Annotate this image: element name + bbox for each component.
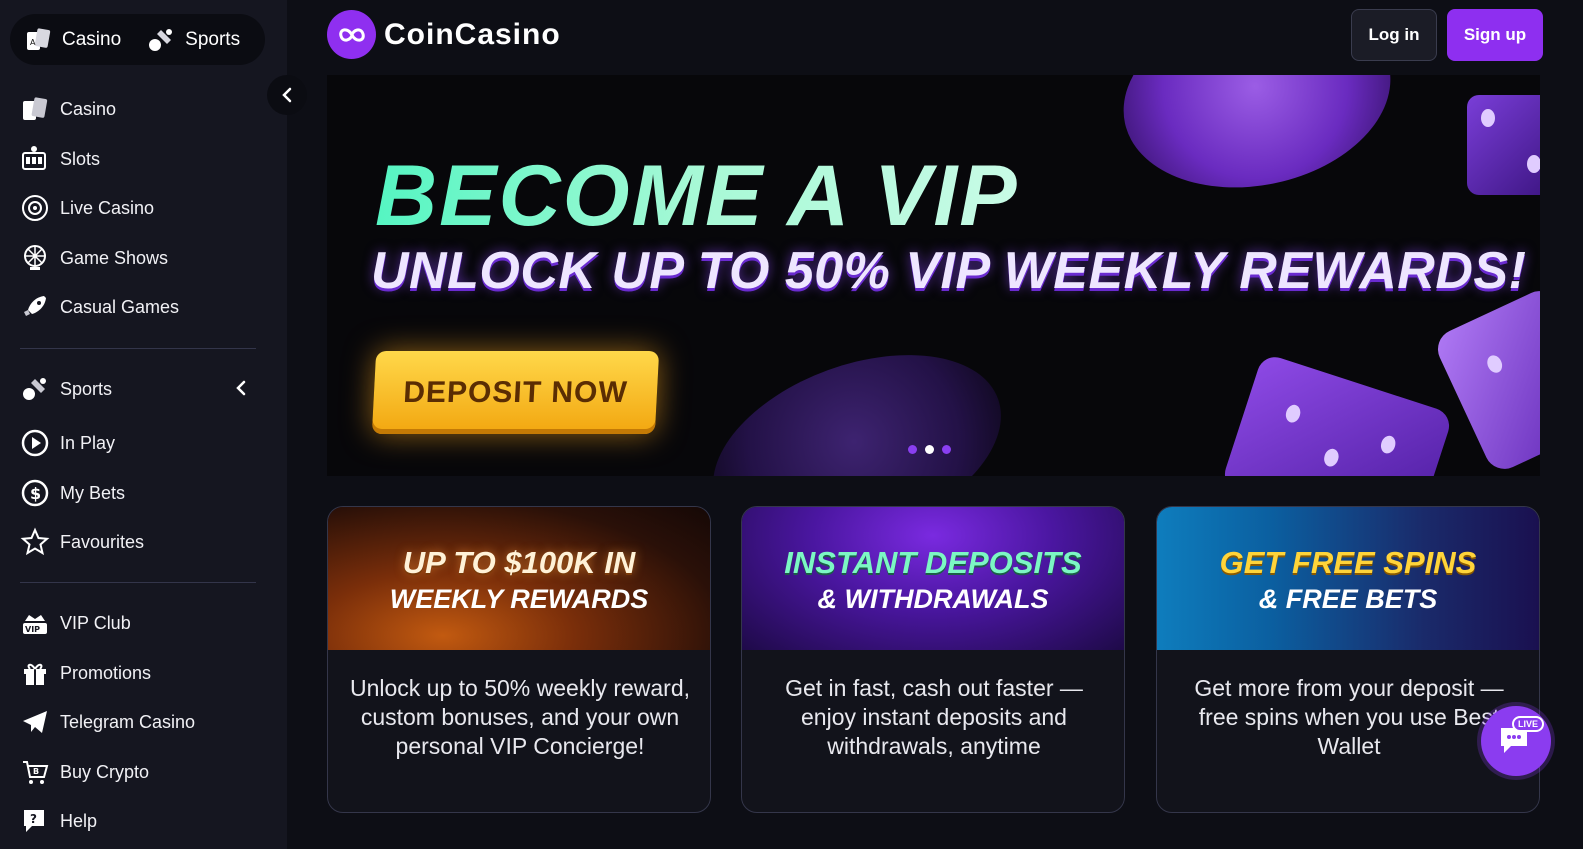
sidebar-item-live-casino[interactable]: Live Casino: [20, 193, 154, 223]
sidebar-item-label: Telegram Casino: [60, 711, 196, 732]
slot-machine-icon: [22, 146, 46, 170]
svg-text:$: $: [30, 484, 41, 503]
svg-text:?: ?: [30, 812, 37, 826]
sidebar: A Casino Sports Casino Slots Live Casino…: [0, 0, 287, 849]
sports-icon: [23, 378, 46, 400]
mode-casino-label: Casino: [62, 28, 122, 50]
svg-text:B: B: [33, 767, 39, 776]
dice-decoration: [1467, 95, 1540, 195]
promo-card-instant-deposits[interactable]: INSTANT DEPOSITS & WITHDRAWALS Get in fa…: [741, 506, 1125, 813]
sidebar-divider: [20, 582, 256, 583]
sidebar-item-sports[interactable]: Sports: [20, 374, 112, 404]
sidebar-item-label: Game Shows: [60, 247, 169, 268]
help-chat-icon: ?: [24, 810, 44, 832]
rocket-icon: [24, 296, 46, 316]
sidebar-item-label: Casino: [60, 98, 117, 119]
sidebar-item-game-shows[interactable]: Game Shows: [20, 243, 168, 273]
sidebar-item-label: Favourites: [60, 531, 145, 552]
sidebar-item-buy-crypto[interactable]: B Buy Crypto: [20, 757, 149, 787]
carousel-dot-active[interactable]: [925, 445, 934, 454]
chevron-left-icon[interactable]: [232, 379, 250, 397]
card-title: INSTANT DEPOSITS: [784, 545, 1082, 580]
sidebar-item-label: Live Casino: [60, 197, 155, 218]
card-title: GET FREE SPINS: [1219, 545, 1477, 580]
roulette-icon: [22, 195, 48, 221]
card-subtitle: WEEKLY REWARDS: [389, 584, 649, 614]
sidebar-item-label: Casual Games: [60, 296, 180, 317]
card-subtitle: & WITHDRAWALS: [817, 584, 1049, 614]
card-title: UP TO $100K IN: [402, 545, 636, 580]
sidebar-item-label: Help: [60, 810, 98, 831]
sidebar-item-favourites[interactable]: Favourites: [20, 527, 144, 557]
gift-icon: [24, 663, 46, 685]
svg-text:A: A: [30, 38, 36, 47]
hero-title: BECOME A VIP: [375, 148, 1019, 244]
card-description: Unlock up to 50% weekly reward, custom b…: [349, 675, 691, 759]
vip-crown-icon: VIP: [23, 615, 47, 634]
hero-banner[interactable]: BECOME A VIP UNLOCK UP TO 50% VIP WEEKLY…: [327, 75, 1540, 476]
dice-decoration: [1220, 352, 1454, 476]
sidebar-item-telegram-casino[interactable]: Telegram Casino: [20, 707, 195, 737]
mode-sports-button[interactable]: Sports: [147, 26, 240, 54]
cards-icon: A: [27, 27, 51, 50]
logo-icon: [327, 10, 376, 59]
sidebar-item-help[interactable]: ? Help: [20, 806, 97, 836]
chip-decoration: [686, 318, 1028, 476]
sidebar-item-label: Slots: [60, 148, 101, 169]
hero-subtitle: UNLOCK UP TO 50% VIP WEEKLY REWARDS!: [371, 242, 1527, 300]
sports-icon: [149, 28, 173, 51]
sidebar-item-label: VIP Club: [60, 612, 131, 633]
card-description: Get more from your deposit — free spins …: [1194, 675, 1504, 759]
sidebar-item-label: Sports: [60, 378, 113, 399]
mode-casino-button[interactable]: A Casino: [24, 26, 121, 54]
deposit-now-button[interactable]: DEPOSIT NOW: [371, 351, 660, 434]
brand-name: CoinCasino: [384, 17, 561, 51]
sidebar-item-casual-games[interactable]: Casual Games: [20, 292, 179, 322]
card-banner: GET FREE SPINS & FREE BETS: [1157, 507, 1539, 650]
sidebar-item-my-bets[interactable]: $ My Bets: [20, 478, 125, 508]
chevron-left-icon: [282, 87, 292, 103]
promo-card-weekly-rewards[interactable]: UP TO $100K IN WEEKLY REWARDS Unlock up …: [327, 506, 711, 813]
star-icon: [20, 527, 50, 556]
chip-decoration: [1106, 75, 1408, 212]
login-button[interactable]: Log in: [1351, 9, 1437, 61]
mode-switch: A Casino Sports: [10, 14, 265, 65]
svg-text:VIP: VIP: [25, 625, 40, 634]
carousel-dot[interactable]: [908, 445, 917, 454]
sidebar-item-label: In Play: [60, 432, 116, 453]
cards-icon: [23, 97, 48, 120]
mode-sports-label: Sports: [185, 28, 241, 50]
card-description: Get in fast, cash out faster — enjoy ins…: [785, 675, 1083, 759]
signup-button[interactable]: Sign up: [1447, 9, 1543, 61]
dice-decoration: [1431, 284, 1540, 476]
sidebar-collapse-button[interactable]: [267, 75, 307, 115]
card-banner: UP TO $100K IN WEEKLY REWARDS: [328, 507, 710, 650]
dollar-coin-icon: $: [21, 479, 49, 507]
sidebar-item-label: Buy Crypto: [60, 761, 150, 782]
play-circle-icon: [21, 429, 49, 457]
carousel-dots: [908, 445, 951, 454]
sidebar-item-label: Promotions: [60, 662, 152, 683]
promo-card-free-spins[interactable]: GET FREE SPINS & FREE BETS Get more from…: [1156, 506, 1540, 813]
sidebar-item-casino[interactable]: Casino: [20, 94, 116, 124]
carousel-dot[interactable]: [942, 445, 951, 454]
card-banner: INSTANT DEPOSITS & WITHDRAWALS: [742, 507, 1124, 650]
live-badge: LIVE: [1512, 716, 1545, 732]
telegram-icon: [23, 711, 47, 733]
sidebar-item-in-play[interactable]: In Play: [20, 428, 115, 458]
cart-icon: B: [23, 761, 49, 784]
card-subtitle: & FREE BETS: [1258, 584, 1438, 614]
sidebar-item-vip-club[interactable]: VIP VIP Club: [20, 608, 131, 638]
sidebar-item-label: My Bets: [60, 482, 126, 503]
sidebar-divider: [20, 348, 256, 349]
wheel-icon: [24, 245, 46, 270]
sidebar-item-slots[interactable]: Slots: [20, 144, 100, 174]
sidebar-item-promotions[interactable]: Promotions: [20, 658, 151, 688]
brand-logo[interactable]: CoinCasino: [327, 10, 561, 59]
